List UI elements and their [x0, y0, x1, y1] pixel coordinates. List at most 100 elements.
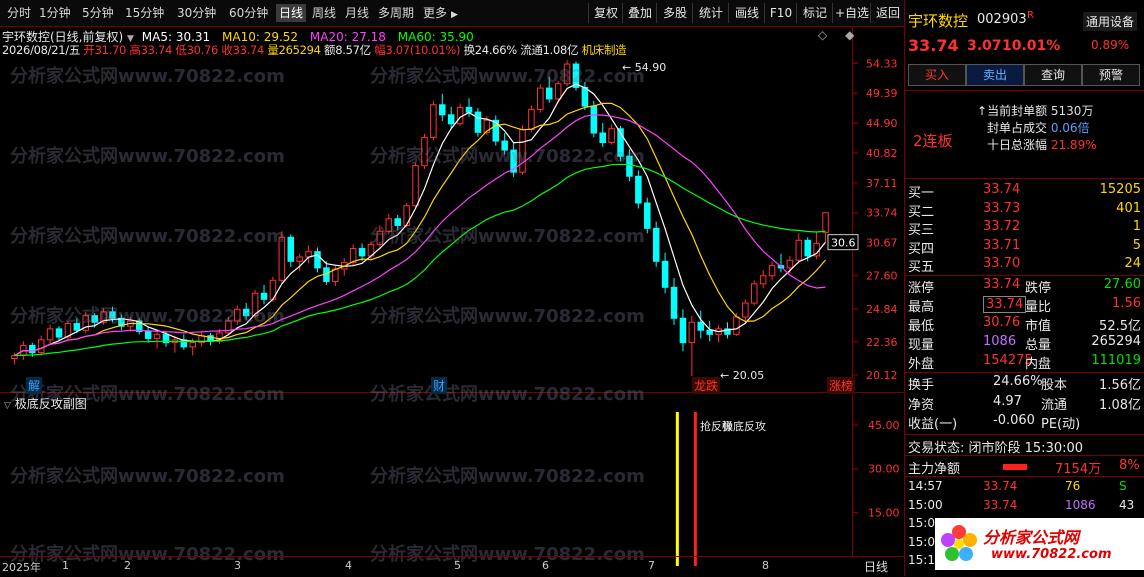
period-label[interactable]: 日线	[864, 558, 888, 575]
quote-value: 30.76	[983, 315, 1021, 330]
bid-price[interactable]: 33.72	[983, 219, 1020, 234]
candle-body	[439, 104, 446, 116]
tab-more[interactable]: 更多 ▶	[420, 4, 461, 22]
triangle-right-icon: ▶	[451, 10, 458, 20]
period-toolbar: 分时 1分钟 5分钟 15分钟 30分钟 60分钟 日线 周线 月线 多周期 更…	[0, 0, 904, 27]
indicator-tick-label: 15.00	[868, 506, 900, 519]
candle-body	[537, 87, 544, 110]
month-label: 7	[648, 559, 655, 572]
event-tag-label: 财	[433, 379, 446, 393]
sector-label[interactable]: 通用设备	[1083, 12, 1138, 31]
fundamental-label: PE(动)	[1041, 417, 1081, 432]
tab-1min[interactable]: 1分钟	[36, 4, 74, 22]
tab-weekly[interactable]: 周线	[309, 4, 339, 22]
candle-body	[519, 128, 526, 173]
candle-body	[456, 106, 464, 125]
tab-fenshi[interactable]: 分时	[4, 4, 34, 22]
alert-button[interactable]: 预警	[1082, 64, 1140, 86]
tab-30min[interactable]: 30分钟	[174, 4, 219, 22]
price-tick-label: 22.36	[866, 336, 898, 349]
quote-value: 52.5亿	[1099, 319, 1141, 334]
event-tag-rank[interactable]: 涨榜	[827, 377, 856, 394]
bid-price[interactable]: 33.74	[983, 182, 1020, 197]
price-tick-label: 49.39	[866, 87, 898, 100]
quote-label: 市值	[1025, 319, 1052, 334]
candle-body	[742, 302, 749, 318]
overlay-button[interactable]: 叠加	[622, 3, 657, 23]
month-label: 2	[124, 559, 131, 572]
indicator-label-bottom: 极底反攻	[722, 420, 766, 433]
candle-body	[394, 218, 401, 226]
fuquan-button[interactable]: 复权	[588, 3, 623, 23]
low-price-value: 20.05	[732, 369, 765, 382]
quote-panel: 宇环数控 002903 R 通用设备 33.74 3.07 10.01% 0.8…	[904, 0, 1144, 576]
tab-60min[interactable]: 60分钟	[226, 4, 271, 22]
candle-body	[296, 256, 303, 262]
month-label: 5	[454, 559, 461, 572]
candle-body	[474, 111, 482, 133]
bar-amplitude: 幅3.07(10.01%)	[374, 43, 461, 57]
bid-price[interactable]: 33.73	[983, 201, 1020, 216]
bar-sector: 机床制造	[581, 43, 627, 57]
candle-body	[759, 275, 767, 285]
flower-logo-icon	[941, 525, 977, 561]
fundamental-label: 换手	[908, 378, 935, 393]
query-button[interactable]: 查询	[1024, 64, 1082, 86]
chart-ctrl-icons: ◇ ◆	[818, 28, 854, 42]
tab-15min[interactable]: 15分钟	[122, 4, 167, 22]
tick-price: 33.74	[983, 479, 1018, 493]
bid-level-label: 买五	[908, 260, 935, 275]
buy-button[interactable]: 买入	[908, 64, 966, 86]
kline-chart[interactable]: 54.33 49.39 44.90 40.82 37.11 33.74 30.6 30.67 2…	[0, 26, 904, 576]
candle-body	[358, 248, 366, 257]
sell-button[interactable]: 卖出	[966, 64, 1024, 86]
quote-value: 33.74	[983, 277, 1021, 292]
dropdown-icon: ▽	[4, 401, 11, 411]
tick-volume: 1086	[1065, 497, 1096, 512]
price-tick-label: 33.74	[866, 207, 898, 220]
options-icon[interactable]: ◆	[845, 28, 854, 42]
event-tag-dragon[interactable]: 龙跌	[692, 377, 721, 394]
stock-code-flag: R	[1027, 10, 1034, 21]
add-watchlist-button[interactable]: +自选	[832, 3, 871, 23]
tab-multi-period[interactable]: 多周期	[375, 4, 417, 22]
quote-label: 内盘	[1025, 357, 1052, 372]
candle-body	[581, 86, 589, 107]
seal-ratio-value: 0.06倍	[1050, 121, 1090, 135]
event-tag-finance[interactable]: 财	[431, 377, 448, 394]
fundamental-label: 净资	[908, 397, 935, 413]
back-button[interactable]: 返回	[870, 3, 905, 23]
multi-stock-button[interactable]: 多股	[656, 3, 693, 23]
ma10-line	[14, 102, 826, 357]
sector-pct: 0.89%	[1091, 38, 1130, 52]
trade-status: 交易状态: 闭市阶段 15:30:00	[908, 441, 1084, 456]
ten-day-gain-value: 21.89%	[1050, 138, 1097, 152]
candle-body	[234, 308, 241, 322]
mark-button[interactable]: 标记	[796, 3, 833, 23]
indicator-title[interactable]: ▽ 极底反攻副图	[4, 395, 87, 412]
statistics-button[interactable]: 统计	[692, 3, 729, 23]
f10-button[interactable]: F10	[764, 3, 797, 23]
quote-label: 现量	[908, 338, 935, 353]
event-tag-unlock[interactable]: 解	[26, 377, 43, 394]
bid-price[interactable]: 33.71	[983, 238, 1020, 253]
price-tick-label: 30.6	[831, 237, 856, 250]
month-label: 4	[345, 559, 352, 572]
tab-monthly[interactable]: 月线	[342, 4, 372, 22]
tab-more-label: 更多	[423, 6, 448, 20]
price-change: 3.07	[967, 38, 1002, 54]
quote-label: 跌停	[1025, 281, 1052, 296]
candle-body	[189, 342, 196, 348]
diamond-icon[interactable]: ◇	[818, 28, 827, 42]
bid-price[interactable]: 33.70	[983, 256, 1020, 271]
fundamental-label: 流通	[1041, 397, 1068, 413]
fundamental-value: 1.56亿	[1099, 378, 1141, 393]
bar-date: 2026/08/21/五	[2, 43, 81, 57]
draw-line-button[interactable]: 画线	[728, 3, 765, 23]
candle-body	[91, 315, 98, 323]
candle-body	[733, 316, 740, 335]
quote-label: 量比	[1025, 300, 1052, 315]
candle-body	[768, 265, 776, 277]
tab-daily[interactable]: 日线	[276, 4, 307, 22]
tab-5min[interactable]: 5分钟	[79, 4, 117, 22]
